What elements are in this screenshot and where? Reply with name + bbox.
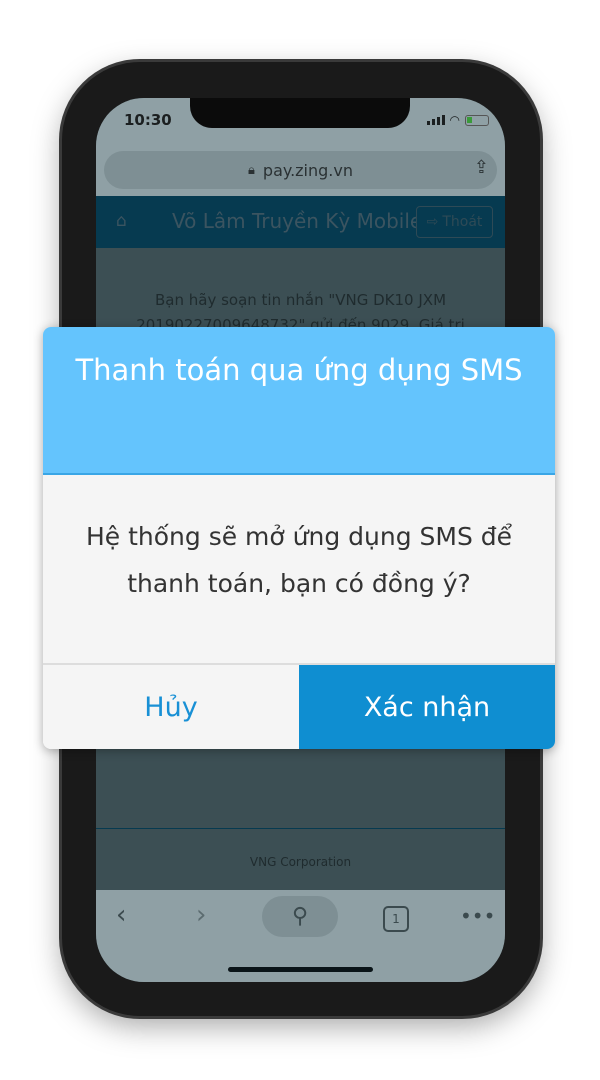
logout-button[interactable]: ⇨ Thoát [416, 206, 493, 238]
dialog-title: Thanh toán qua ứng dụng SMS [43, 327, 555, 475]
tab-count: 1 [392, 912, 400, 926]
tabs-button[interactable]: 1 [383, 906, 409, 932]
browser-toolbar: ‹ › ⚲ 1 ••• [96, 890, 505, 982]
forward-icon[interactable]: › [196, 900, 206, 930]
app-title: Võ Lâm Truyền Kỳ Mobile [172, 209, 422, 233]
home-indicator [228, 967, 373, 972]
confirm-button[interactable]: Xác nhận [299, 665, 555, 749]
logout-label: Thoát [442, 214, 483, 230]
signal-icon [426, 115, 445, 125]
back-icon[interactable]: ‹ [116, 900, 126, 930]
confirm-dialog: Thanh toán qua ứng dụng SMS Hệ thống sẽ … [43, 327, 555, 749]
app-header: ⌂ Võ Lâm Truyền Kỳ Mobile ⇨ Thoát [96, 196, 505, 248]
search-icon: ⚲ [291, 904, 309, 929]
share-icon[interactable]: ⇪ [474, 157, 489, 178]
dialog-message: Hệ thống sẽ mở ứng dụng SMS để thanh toá… [43, 475, 555, 665]
cancel-button[interactable]: Hủy [43, 665, 299, 749]
status-time: 10:30 [124, 111, 172, 129]
battery-icon [465, 114, 489, 126]
footer-text: VNG Corporation [249, 855, 352, 869]
url-text: pay.zing.vn [262, 160, 353, 180]
wifi-icon: ◠ [449, 113, 460, 127]
address-bar[interactable]: 🔒︎ pay.zing.vn [104, 151, 497, 189]
logout-icon: ⇨ [426, 214, 439, 230]
lock-icon: 🔒︎ [248, 162, 255, 178]
notch [190, 98, 410, 128]
home-icon[interactable]: ⌂ [116, 211, 127, 231]
more-icon[interactable]: ••• [460, 904, 495, 928]
search-button[interactable]: ⚲ [262, 896, 338, 937]
divider [96, 828, 505, 829]
